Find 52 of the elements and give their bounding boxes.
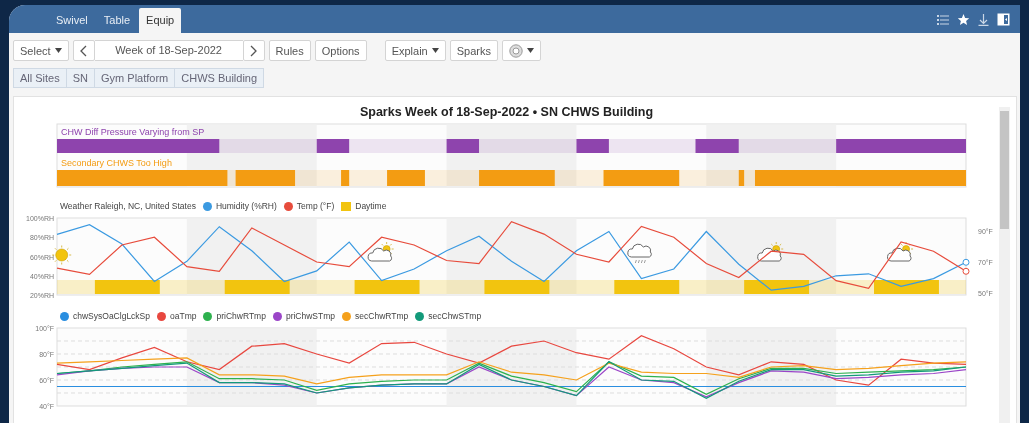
tab[interactable]: Equip [139, 8, 182, 33]
inactive-period [554, 170, 604, 186]
panel-icon[interactable] [997, 12, 1010, 26]
star-icon[interactable] [957, 12, 970, 26]
toolbar-button[interactable]: Rules [268, 40, 311, 61]
legend-label: secChwSTmp [428, 311, 482, 321]
toolbar-button[interactable]: Options [314, 40, 367, 61]
breadcrumb-link[interactable]: All Sites [13, 68, 67, 88]
scrollbar[interactable] [999, 107, 1010, 423]
caret-icon [431, 48, 439, 53]
legend-label: chwSysOaClgLckSp [73, 311, 150, 321]
scrollbar-thumb[interactable] [1000, 111, 1009, 229]
cloud-rain-icon [627, 243, 652, 264]
dropdown-button[interactable]: Explain [384, 40, 446, 61]
dropdown-button[interactable]: Select [13, 40, 69, 61]
download-icon[interactable] [978, 12, 989, 26]
list-icon[interactable] [937, 13, 949, 25]
previous-button[interactable] [72, 40, 95, 61]
legend-label: priChwRTmp [216, 311, 266, 321]
inactive-period [227, 170, 236, 186]
target-icon [508, 43, 523, 58]
legend-label: Humidity (%RH) [215, 201, 277, 211]
chevron-left-icon [80, 44, 88, 57]
inactive-period [744, 170, 755, 186]
next-button[interactable] [242, 40, 265, 61]
inactive-period [349, 170, 388, 186]
breadcrumb-link[interactable]: SN [65, 68, 96, 88]
cloud-sun-icon [887, 241, 914, 262]
cloud-sun-icon [367, 241, 394, 262]
tab[interactable]: Swivel [49, 8, 95, 33]
breadcrumb-link[interactable]: CHWS Building [174, 68, 265, 88]
caret-icon [54, 48, 62, 53]
toolbar-button[interactable]: Sparks [449, 40, 498, 61]
inactive-period [295, 170, 342, 186]
legend-label: Temp (°F) [296, 201, 335, 211]
chart-title: Sparks Week of 18-Sep-2022 • SN CHWS Building [358, 104, 655, 121]
caret-icon [526, 48, 534, 53]
legend-label: oaTmp [170, 311, 197, 321]
spark-label: CHW Diff Pressure Varying from SP [61, 127, 205, 137]
legend-label: secChwRTmp [355, 311, 409, 321]
date-range-field[interactable]: Week of 18-Sep-2022 [94, 40, 243, 61]
legend-label: Daytime [355, 201, 387, 211]
settings-dropdown-button[interactable] [501, 40, 541, 61]
cloud-sun-icon [757, 241, 784, 262]
spark-label: Secondary CHWS Too High [61, 158, 172, 168]
weather-location: Weather Raleigh, NC, United States [60, 201, 196, 211]
breadcrumb-link[interactable]: Gym Platform [94, 68, 176, 88]
chevron-right-icon [250, 44, 258, 57]
tab[interactable]: Table [96, 8, 138, 33]
legend-label: priChwSTmp [285, 311, 336, 321]
inactive-period [424, 170, 480, 186]
inactive-period [679, 170, 739, 186]
